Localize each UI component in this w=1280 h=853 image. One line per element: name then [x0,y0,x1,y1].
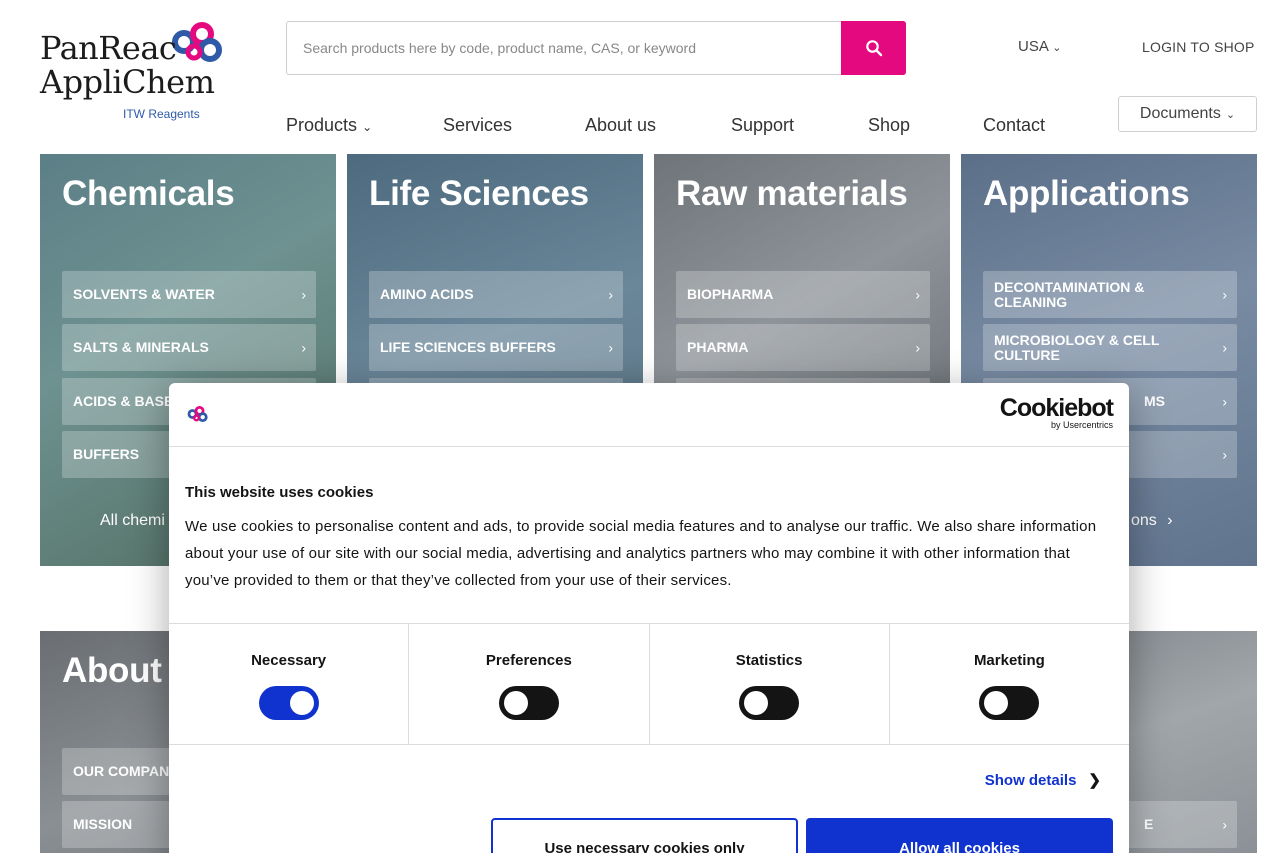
search-input[interactable] [287,22,842,74]
necessary-toggle[interactable] [258,686,319,720]
use-necessary-only-button[interactable]: Use necessary cookies only [491,818,798,853]
nav-products[interactable]: Products ⌄ [286,115,372,136]
chevron-right-icon: › [301,339,306,355]
category-label: BUFFERS [73,446,140,462]
chevron-right-icon: › [915,339,920,355]
search-button[interactable] [841,21,906,75]
chevron-right-icon: › [608,286,613,302]
molecule-logo-icon [187,405,208,423]
all-applications-link[interactable]: ons › [1131,512,1173,530]
category-link[interactable]: SALTS & MINERALS › [62,324,316,371]
cookie-category-necessary: Necessary [169,624,410,744]
brand-tagline: ITW Reagents [123,107,200,121]
category-label: DECONTAMINATION & CLEANING [994,278,1145,310]
login-link[interactable]: LOGIN TO SHOP [1142,39,1255,55]
panel-title[interactable]: Applications [983,174,1190,214]
category-link[interactable]: SOLVENTS & WATER › [62,271,316,318]
category-label: AMINO ACIDS [380,286,474,302]
country-label: USA [1018,38,1049,55]
category-link[interactable]: DECONTAMINATION & CLEANING › [983,271,1237,318]
cookie-category-label: Marketing [973,652,1045,669]
cookie-categories: Necessary Preferences Statistics Marketi… [169,623,1129,745]
all-applications-label: ons [1131,512,1157,529]
category-label: BIOPHARMA [687,286,774,302]
category-link[interactable]: LIFE SCIENCES BUFFERS › [369,324,623,371]
cookiebot-name: Cookiebot [999,394,1114,422]
nav-services[interactable]: Services [443,115,512,136]
cookie-category-marketing: Marketing [890,624,1129,744]
nav-shop[interactable]: Shop [868,115,910,136]
toggle-knob [984,691,1009,715]
panel-title[interactable]: Raw materials [676,174,908,214]
search-box [286,21,906,75]
cookiebot-logo[interactable]: Cookiebot by Usercentrics [999,394,1114,431]
cookie-dialog-header: Cookiebot by Usercentrics [169,383,1129,447]
documents-label: Documents [1139,105,1221,122]
cookie-category-preferences: Preferences [409,624,650,744]
panel-title[interactable]: About [62,651,162,691]
category-label: ACIDS & BASE [73,393,174,409]
category-label: MISSION [73,816,133,832]
marketing-toggle[interactable] [979,686,1040,720]
nav-contact[interactable]: Contact [983,115,1045,136]
category-label: MICROBIOLOGY & CELL CULTURE [994,331,1160,363]
show-details-link[interactable]: Show details ❯ [985,771,1101,789]
category-label: PHARMA [687,339,749,355]
category-label: SALTS & MINERALS [73,339,209,355]
chevron-down-icon: ⌄ [362,120,373,134]
statistics-toggle[interactable] [739,686,800,720]
nav-about-us[interactable]: About us [585,115,656,136]
preferences-toggle[interactable] [498,686,559,720]
panel-title[interactable]: Life Sciences [369,174,589,214]
chevron-right-icon: › [915,286,920,302]
category-label: OUR COMPAN [73,763,170,779]
brand-line1: PanReac [40,29,177,67]
chevron-right-icon: › [1222,816,1227,832]
chevron-right-icon: ❯ [1088,772,1101,789]
cookie-category-label: Necessary [251,652,327,669]
chevron-right-icon: › [1222,339,1227,355]
chevron-down-icon: ⌄ [1225,108,1236,121]
cookie-category-label: Preferences [485,652,572,669]
category-link[interactable]: MICROBIOLOGY & CELL CULTURE › [983,324,1237,371]
molecule-logo-icon [172,22,222,62]
allow-all-cookies-button[interactable]: Allow all cookies [806,818,1113,853]
chevron-right-icon: › [301,286,306,302]
search-icon [865,40,882,57]
category-label: SOLVENTS & WATER [73,286,215,302]
chevron-right-icon: › [608,339,613,355]
cookie-category-statistics: Statistics [650,624,890,744]
country-selector[interactable]: USA ⌄ [1018,38,1061,55]
documents-dropdown[interactable]: Documents ⌄ [1118,96,1257,132]
category-link[interactable]: PHARMA › [676,324,930,371]
panel-title[interactable]: Chemicals [62,174,235,214]
all-chemicals-link[interactable]: All chemi [100,512,165,530]
category-link[interactable]: BIOPHARMA › [676,271,930,318]
chevron-right-icon: › [1222,286,1227,302]
chevron-down-icon: ⌄ [1052,42,1062,54]
cookie-description: We use cookies to personalise content an… [185,518,1097,589]
category-link[interactable]: AMINO ACIDS › [369,271,623,318]
toggle-knob [503,691,528,715]
cookie-category-label: Statistics [735,652,803,669]
cookie-heading: This website uses cookies [185,484,374,501]
show-details-label: Show details [984,772,1077,789]
chevron-right-icon: › [1167,512,1173,529]
toggle-knob [289,691,314,715]
nav-support[interactable]: Support [731,115,794,136]
toggle-knob [744,691,769,715]
brand-logo[interactable]: PanReac AppliChem ITW Reagents [40,22,230,132]
chevron-right-icon: › [1222,393,1227,409]
category-label: LIFE SCIENCES BUFFERS [380,339,556,355]
chevron-right-icon: › [1222,446,1227,462]
cookie-consent-dialog: Cookiebot by Usercentrics This website u… [169,383,1129,853]
brand-line2: AppliChem [40,63,215,101]
nav-products-label: Products [286,115,358,135]
